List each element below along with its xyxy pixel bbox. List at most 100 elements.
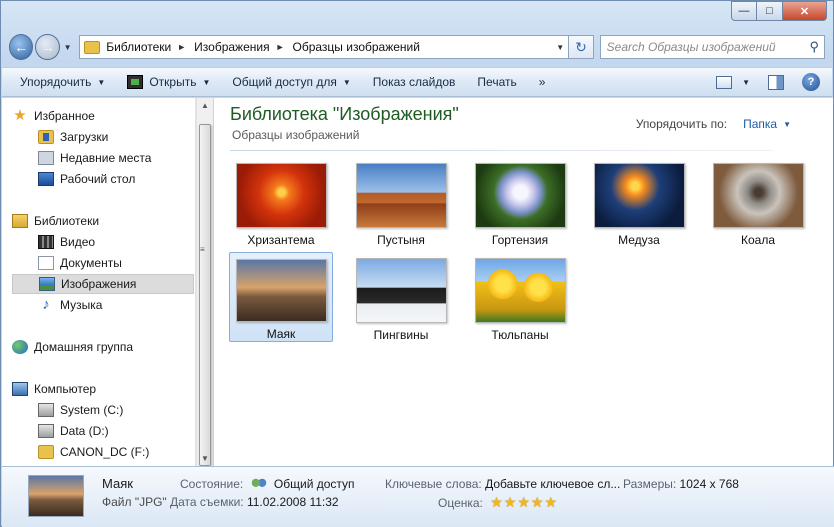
more-commands-button[interactable]: » [539,75,546,89]
nav-drive-f[interactable]: CANON_DC (F:) [38,442,194,462]
navigation-row: ← → ▼ Библиотеки ► Изображения ► Образцы… [9,33,825,61]
nav-music[interactable]: ♪ Музыка [38,295,194,315]
thumbnail-tulips [474,258,566,323]
computer-icon [12,382,28,396]
nav-favorites[interactable]: ★ Избранное [12,106,194,126]
nav-downloads-label: Загрузки [60,130,109,144]
nav-drive-c[interactable]: System (C:) [38,400,194,420]
hard-drive-icon [38,424,54,438]
view-options-icon[interactable] [716,75,733,89]
nav-computer[interactable]: Компьютер [12,379,194,399]
file-tile[interactable]: Медуза [587,157,691,247]
search-icon[interactable]: ⚲ [809,39,819,55]
forward-button[interactable]: → [35,34,60,60]
details-pane: Маяк Файл "JPG" Состояние: Общий доступ … [2,466,834,527]
nav-drive-f-label: CANON_DC (F:) [60,445,150,459]
nav-recent-places[interactable]: Недавние места [38,148,194,168]
chevron-right-icon[interactable]: ► [177,42,186,52]
nav-libraries[interactable]: Библиотеки [12,211,194,231]
preview-pane-icon[interactable] [768,74,784,90]
chevron-down-icon: ▼ [342,77,351,87]
nav-desktop[interactable]: Рабочий стол [38,169,194,189]
homegroup-icon [12,340,28,354]
scroll-down-arrow-icon[interactable]: ▼ [201,454,209,463]
search-input[interactable]: Search Образцы изображений ⚲ [599,35,825,59]
caption-buttons: — □ ✕ [731,1,827,21]
desktop-icon [38,172,54,186]
nav-video[interactable]: Видео [38,232,194,252]
share-label: Общий доступ для [232,75,337,89]
help-icon[interactable]: ? [802,73,820,91]
address-dropdown-icon[interactable]: ▼ [556,43,564,52]
recent-pages-dropdown[interactable]: ▼ [62,43,73,52]
slideshow-button[interactable]: Показ слайдов [373,75,456,89]
share-button[interactable]: Общий доступ для ▼ [232,75,350,89]
breadcrumb-item-libraries[interactable]: Библиотеки [106,40,171,54]
recent-places-icon [38,151,54,165]
file-name: Коала [740,233,775,247]
file-tile[interactable]: Хризантема [229,157,333,247]
scrollbar-thumb[interactable] [199,124,211,466]
documents-library-icon [38,256,54,270]
nav-documents[interactable]: Документы [38,253,194,273]
thumbnail-jellyfish [593,163,685,228]
slideshow-label: Показ слайдов [372,75,456,89]
arrange-by: Упорядочить по: Папка ▼ [636,117,791,131]
nav-recent-label: Недавние места [60,151,152,165]
date-value[interactable]: 11.02.2008 11:32 [247,495,339,509]
file-tile-selected[interactable]: Маяк [229,252,333,342]
star-icon: ★ [13,107,27,124]
details-thumbnail [28,475,84,517]
navigation-scrollbar[interactable]: ▲ ≡ ▼ [196,98,213,466]
breadcrumb-item-samples[interactable]: Образцы изображений [293,40,420,54]
breadcrumb: Библиотеки ► Изображения ► Образцы изобр… [106,40,420,54]
nav-images[interactable]: Изображения [12,274,194,294]
minimize-button[interactable]: — [731,1,757,21]
removable-drive-folder-icon [38,445,54,459]
organize-button[interactable]: Упорядочить ▼ [20,75,105,89]
chevron-down-icon[interactable]: ▼ [783,120,791,129]
nav-downloads[interactable]: Загрузки [38,127,194,147]
view-dropdown-icon[interactable]: ▼ [736,78,750,87]
address-bar[interactable]: Библиотеки ► Изображения ► Образцы изобр… [79,35,570,59]
details-file-name: Маяк [102,476,133,491]
scroll-up-arrow-icon[interactable]: ▲ [201,101,209,110]
date-label: Дата съемки: [170,495,244,509]
arrange-by-value[interactable]: Папка [743,117,777,131]
maximize-button[interactable]: □ [757,1,783,21]
state-value: Общий доступ [273,477,355,491]
print-button[interactable]: Печать [477,75,516,89]
nav-images-label: Изображения [61,277,137,291]
file-tile[interactable]: Пустыня [349,157,453,247]
scroll-grip-icon: ≡ [200,245,205,254]
breadcrumb-item-images[interactable]: Изображения [194,40,269,54]
back-button[interactable]: ← [9,34,34,60]
open-button[interactable]: Открыть ▼ [127,75,210,89]
file-name: Пингвины [373,328,429,342]
file-tile[interactable]: Пингвины [349,252,453,342]
keywords-value[interactable]: Добавьте ключевое сл... [485,477,620,491]
file-name: Тюльпаны [491,328,549,342]
search-placeholder: Search Образцы изображений [606,40,776,54]
nav-desktop-label: Рабочий стол [60,172,136,186]
details-state: Состояние: Общий доступ [180,477,355,491]
nav-drive-d[interactable]: Data (D:) [38,421,194,441]
nav-music-label: Музыка [60,298,103,312]
dimensions-value: 1024 x 768 [679,477,739,491]
command-bar-right: ▼ ? [716,73,820,91]
close-button[interactable]: ✕ [783,1,827,21]
chevron-right-icon[interactable]: ► [276,42,285,52]
details-date: Дата съемки: 11.02.2008 11:32 [170,495,339,509]
thumbnail-lighthouse [235,259,327,322]
file-name: Пустыня [377,233,425,247]
rating-stars-icon[interactable]: ★★★★★ [490,494,558,510]
organize-label: Упорядочить [20,75,92,89]
nav-homegroup[interactable]: Домашняя группа [12,337,194,357]
more-label: » [538,75,546,89]
system-drive-icon [38,403,54,417]
file-tile[interactable]: Гортензия [468,157,572,247]
refresh-button[interactable]: ↻ [569,35,594,59]
file-tile[interactable]: Тюльпаны [468,252,572,342]
chevron-down-icon: ▼ [97,77,106,87]
file-tile[interactable]: Коала [706,157,810,247]
